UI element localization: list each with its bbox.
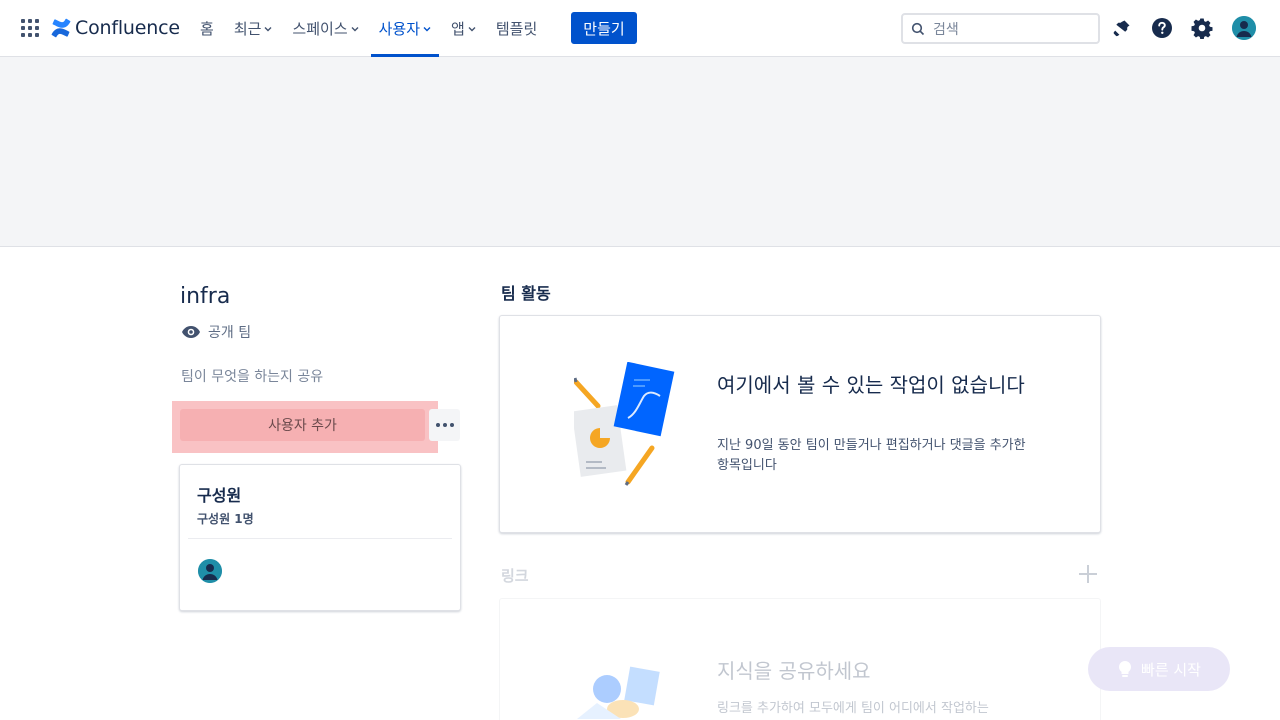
chevron-down-icon xyxy=(264,26,272,31)
help-button[interactable] xyxy=(1150,16,1174,40)
links-title: 링크 xyxy=(501,567,529,585)
notification-button[interactable] xyxy=(1110,16,1134,40)
nav-home-label: 홈 xyxy=(200,20,214,38)
primary-nav: 홈 최근 스페이스 사용자 앱 템플릿 xyxy=(190,0,547,57)
team-name: infra xyxy=(180,284,231,309)
app-switcher-icon[interactable] xyxy=(20,18,40,38)
member-avatar[interactable] xyxy=(198,559,222,583)
links-empty-title: 지식을 공유하세요 xyxy=(717,659,871,683)
create-button[interactable]: 만들기 xyxy=(571,12,637,44)
add-user-button[interactable]: 사용자 추가 xyxy=(180,409,425,441)
eye-icon xyxy=(182,326,200,338)
more-dot xyxy=(449,423,454,427)
confluence-logo[interactable]: Confluence xyxy=(51,15,180,41)
quickstart-label: 빠른 시작 xyxy=(1141,660,1201,679)
nav-people[interactable]: 사용자 xyxy=(369,0,441,57)
nav-spaces-label: 스페이스 xyxy=(292,20,348,38)
more-dot xyxy=(442,423,447,427)
chevron-down-icon xyxy=(468,26,476,31)
team-activity-title: 팀 활동 xyxy=(501,284,551,303)
help-icon xyxy=(1152,18,1172,38)
nav-templates[interactable]: 템플릿 xyxy=(486,0,547,57)
logo-text: Confluence xyxy=(75,17,180,39)
nav-recent[interactable]: 최근 xyxy=(224,0,283,57)
team-visibility: 공개 팀 xyxy=(181,322,251,342)
nav-apps-label: 앱 xyxy=(451,20,465,38)
team-activity-card: 여기에서 볼 수 있는 작업이 없습니다 지난 90일 동안 팀이 만들거나 편… xyxy=(499,315,1101,533)
user-avatar-icon xyxy=(1232,16,1256,40)
profile-avatar[interactable] xyxy=(1232,16,1256,40)
team-header-banner xyxy=(0,57,1280,247)
nav-apps[interactable]: 앱 xyxy=(441,0,486,57)
divider xyxy=(188,538,452,539)
chevron-down-icon xyxy=(351,26,359,31)
settings-button[interactable] xyxy=(1190,16,1214,40)
links-empty-description: 링크를 추가하여 모두에게 팀이 어디에서 작업하는 xyxy=(717,701,989,716)
nav-templates-label: 템플릿 xyxy=(495,20,538,38)
notification-icon xyxy=(1113,20,1130,37)
knowledge-illustration xyxy=(577,666,660,719)
nav-recent-label: 최근 xyxy=(233,20,262,38)
user-avatar-icon xyxy=(198,559,222,583)
team-description-input[interactable]: 팀이 무엇을 하는지 공유 xyxy=(181,366,323,386)
empty-activity-description: 지난 90일 동안 팀이 만들거나 편집하거나 댓글을 추가한 항목입니다 xyxy=(717,438,1026,473)
search-input[interactable]: 검색 xyxy=(901,13,1100,44)
nav-home[interactable]: 홈 xyxy=(190,0,224,57)
search-placeholder: 검색 xyxy=(933,21,959,38)
nav-spaces[interactable]: 스페이스 xyxy=(282,0,368,57)
add-link-icon[interactable] xyxy=(1077,563,1099,585)
members-title: 구성원 xyxy=(197,486,242,505)
more-actions-button[interactable] xyxy=(429,409,460,441)
top-navigation: Confluence 홈 최근 스페이스 사용자 앱 템플릿 만들기 검색 xyxy=(0,0,1280,57)
confluence-logo-icon xyxy=(51,18,71,38)
lightbulb-icon xyxy=(1118,660,1132,677)
members-count: 구성원 1명 xyxy=(197,512,254,526)
links-card: 지식을 공유하세요 링크를 추가하여 모두에게 팀이 어디에서 작업하는 xyxy=(499,598,1101,720)
visibility-label: 공개 팀 xyxy=(208,325,252,341)
settings-icon xyxy=(1191,18,1213,39)
members-card: 구성원 구성원 1명 xyxy=(179,464,461,611)
empty-activity-title: 여기에서 볼 수 있는 작업이 없습니다 xyxy=(717,373,1025,397)
documents-illustration xyxy=(574,362,675,486)
more-dot xyxy=(435,423,440,427)
nav-people-label: 사용자 xyxy=(378,20,421,38)
quickstart-button[interactable]: 빠른 시작 xyxy=(1088,647,1230,691)
chevron-down-icon xyxy=(423,26,431,31)
search-icon xyxy=(911,22,925,35)
